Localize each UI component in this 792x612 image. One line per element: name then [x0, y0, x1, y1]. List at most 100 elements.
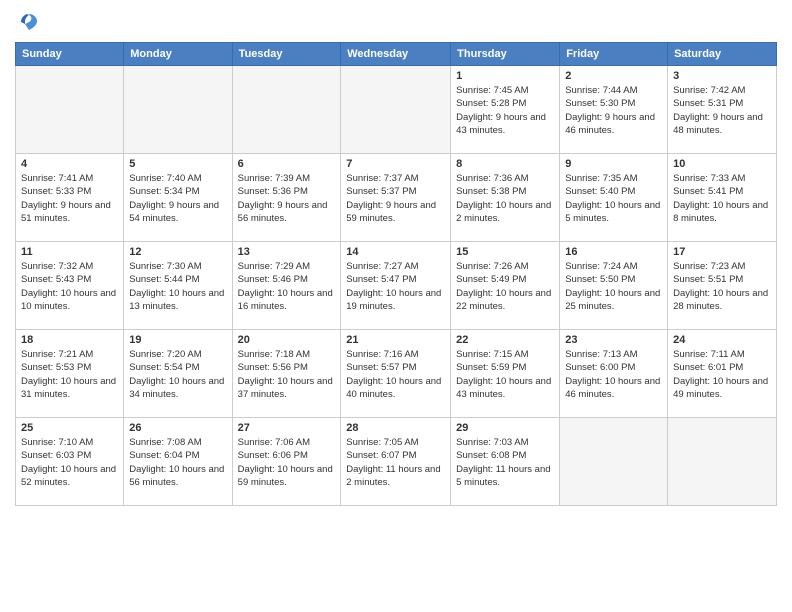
calendar-cell: 7 Sunrise: 7:37 AMSunset: 5:37 PMDaylight… — [341, 154, 451, 242]
calendar-week-5: 25 Sunrise: 7:10 AMSunset: 6:03 PMDayligh… — [16, 418, 777, 506]
day-number: 8 — [456, 158, 554, 170]
calendar-cell: 10Sunrise: 7:33 AMSunset: 5:41 PMDayligh… — [668, 154, 777, 242]
day-info: Sunrise: 7:10 AMSunset: 6:03 PMDaylight:… — [21, 436, 118, 489]
calendar-cell: 12 Sunrise: 7:30 AMSunset: 5:44 PMDayligh… — [124, 242, 232, 330]
day-info: Sunrise: 7:13 AMSunset: 6:00 PMDaylight:… — [565, 348, 662, 401]
day-info: Sunrise: 7:30 AMSunset: 5:44 PMDaylight:… — [129, 260, 226, 313]
calendar-cell: 29 Sunrise: 7:03 AMSunset: 6:08 PMDayligh… — [451, 418, 560, 506]
weekday-header-thursday: Thursday — [451, 43, 560, 66]
header — [15, 10, 777, 34]
logo — [15, 10, 41, 34]
day-number: 24 — [673, 334, 771, 346]
day-number: 19 — [129, 334, 226, 346]
day-info: Sunrise: 7:33 AMSunset: 5:41 PMDaylight:… — [673, 172, 771, 225]
calendar-cell: 20 Sunrise: 7:18 AMSunset: 5:56 PMDayligh… — [232, 330, 341, 418]
day-number: 15 — [456, 246, 554, 258]
calendar-cell — [124, 66, 232, 154]
day-info: Sunrise: 7:41 AMSunset: 5:33 PMDaylight:… — [21, 172, 118, 225]
day-number: 17 — [673, 246, 771, 258]
calendar-table: SundayMondayTuesdayWednesdayThursdayFrid… — [15, 42, 777, 506]
weekday-header-wednesday: Wednesday — [341, 43, 451, 66]
day-number: 3 — [673, 70, 771, 82]
calendar-cell: 11Sunrise: 7:32 AMSunset: 5:43 PMDayligh… — [16, 242, 124, 330]
day-number: 23 — [565, 334, 662, 346]
calendar-cell: 23 Sunrise: 7:13 AMSunset: 6:00 PMDayligh… — [560, 330, 668, 418]
calendar-cell: 13Sunrise: 7:29 AMSunset: 5:46 PMDayligh… — [232, 242, 341, 330]
calendar-cell — [668, 418, 777, 506]
day-info: Sunrise: 7:40 AMSunset: 5:34 PMDaylight:… — [129, 172, 226, 225]
calendar-cell: 2 Sunrise: 7:44 AMSunset: 5:30 PMDaylight… — [560, 66, 668, 154]
day-info: Sunrise: 7:20 AMSunset: 5:54 PMDaylight:… — [129, 348, 226, 401]
day-info: Sunrise: 7:06 AMSunset: 6:06 PMDaylight:… — [238, 436, 336, 489]
day-info: Sunrise: 7:35 AMSunset: 5:40 PMDaylight:… — [565, 172, 662, 225]
day-number: 9 — [565, 158, 662, 170]
calendar-week-2: 4 Sunrise: 7:41 AMSunset: 5:33 PMDaylight… — [16, 154, 777, 242]
calendar-cell: 24 Sunrise: 7:11 AMSunset: 6:01 PMDayligh… — [668, 330, 777, 418]
calendar-cell: 18 Sunrise: 7:21 AMSunset: 5:53 PMDayligh… — [16, 330, 124, 418]
day-number: 12 — [129, 246, 226, 258]
day-info: Sunrise: 7:37 AMSunset: 5:37 PMDaylight:… — [346, 172, 445, 225]
calendar-cell: 15 Sunrise: 7:26 AMSunset: 5:49 PMDayligh… — [451, 242, 560, 330]
calendar-cell: 5 Sunrise: 7:40 AMSunset: 5:34 PMDaylight… — [124, 154, 232, 242]
calendar-cell — [232, 66, 341, 154]
day-info: Sunrise: 7:15 AMSunset: 5:59 PMDaylight:… — [456, 348, 554, 401]
calendar-cell: 6 Sunrise: 7:39 AMSunset: 5:36 PMDaylight… — [232, 154, 341, 242]
calendar-cell — [16, 66, 124, 154]
day-number: 11 — [21, 246, 118, 258]
calendar-cell: 25 Sunrise: 7:10 AMSunset: 6:03 PMDayligh… — [16, 418, 124, 506]
day-info: Sunrise: 7:21 AMSunset: 5:53 PMDaylight:… — [21, 348, 118, 401]
calendar-cell: 27 Sunrise: 7:06 AMSunset: 6:06 PMDayligh… — [232, 418, 341, 506]
calendar-cell: 3 Sunrise: 7:42 AMSunset: 5:31 PMDaylight… — [668, 66, 777, 154]
day-number: 27 — [238, 422, 336, 434]
day-info: Sunrise: 7:08 AMSunset: 6:04 PMDaylight:… — [129, 436, 226, 489]
day-number: 4 — [21, 158, 118, 170]
calendar-week-1: 1 Sunrise: 7:45 AMSunset: 5:28 PMDaylight… — [16, 66, 777, 154]
day-info: Sunrise: 7:45 AMSunset: 5:28 PMDaylight:… — [456, 84, 554, 137]
page: SundayMondayTuesdayWednesdayThursdayFrid… — [0, 0, 792, 612]
day-number: 14 — [346, 246, 445, 258]
logo-icon — [17, 10, 41, 34]
day-number: 1 — [456, 70, 554, 82]
calendar-cell: 21Sunrise: 7:16 AMSunset: 5:57 PMDayligh… — [341, 330, 451, 418]
day-number: 20 — [238, 334, 336, 346]
calendar-cell: 22 Sunrise: 7:15 AMSunset: 5:59 PMDayligh… — [451, 330, 560, 418]
calendar-cell: 16 Sunrise: 7:24 AMSunset: 5:50 PMDayligh… — [560, 242, 668, 330]
calendar-week-3: 11Sunrise: 7:32 AMSunset: 5:43 PMDayligh… — [16, 242, 777, 330]
calendar-cell: 28Sunrise: 7:05 AMSunset: 6:07 PMDayligh… — [341, 418, 451, 506]
weekday-header-friday: Friday — [560, 43, 668, 66]
day-number: 29 — [456, 422, 554, 434]
day-info: Sunrise: 7:29 AMSunset: 5:46 PMDaylight:… — [238, 260, 336, 313]
day-number: 21 — [346, 334, 445, 346]
weekday-header-tuesday: Tuesday — [232, 43, 341, 66]
day-info: Sunrise: 7:24 AMSunset: 5:50 PMDaylight:… — [565, 260, 662, 313]
calendar-cell — [560, 418, 668, 506]
day-info: Sunrise: 7:27 AMSunset: 5:47 PMDaylight:… — [346, 260, 445, 313]
day-number: 7 — [346, 158, 445, 170]
calendar-cell: 14 Sunrise: 7:27 AMSunset: 5:47 PMDayligh… — [341, 242, 451, 330]
day-number: 28 — [346, 422, 445, 434]
day-info: Sunrise: 7:42 AMSunset: 5:31 PMDaylight:… — [673, 84, 771, 137]
weekday-header-monday: Monday — [124, 43, 232, 66]
day-number: 6 — [238, 158, 336, 170]
calendar-cell — [341, 66, 451, 154]
day-number: 18 — [21, 334, 118, 346]
day-number: 2 — [565, 70, 662, 82]
day-number: 22 — [456, 334, 554, 346]
day-info: Sunrise: 7:26 AMSunset: 5:49 PMDaylight:… — [456, 260, 554, 313]
weekday-header-sunday: Sunday — [16, 43, 124, 66]
day-number: 26 — [129, 422, 226, 434]
calendar-cell: 8 Sunrise: 7:36 AMSunset: 5:38 PMDaylight… — [451, 154, 560, 242]
calendar-cell: 1 Sunrise: 7:45 AMSunset: 5:28 PMDaylight… — [451, 66, 560, 154]
day-info: Sunrise: 7:18 AMSunset: 5:56 PMDaylight:… — [238, 348, 336, 401]
calendar-header-row: SundayMondayTuesdayWednesdayThursdayFrid… — [16, 43, 777, 66]
day-info: Sunrise: 7:36 AMSunset: 5:38 PMDaylight:… — [456, 172, 554, 225]
day-info: Sunrise: 7:03 AMSunset: 6:08 PMDaylight:… — [456, 436, 554, 489]
day-info: Sunrise: 7:44 AMSunset: 5:30 PMDaylight:… — [565, 84, 662, 137]
day-info: Sunrise: 7:23 AMSunset: 5:51 PMDaylight:… — [673, 260, 771, 313]
day-number: 5 — [129, 158, 226, 170]
day-info: Sunrise: 7:39 AMSunset: 5:36 PMDaylight:… — [238, 172, 336, 225]
day-info: Sunrise: 7:11 AMSunset: 6:01 PMDaylight:… — [673, 348, 771, 401]
day-number: 25 — [21, 422, 118, 434]
calendar-week-4: 18 Sunrise: 7:21 AMSunset: 5:53 PMDayligh… — [16, 330, 777, 418]
day-number: 16 — [565, 246, 662, 258]
